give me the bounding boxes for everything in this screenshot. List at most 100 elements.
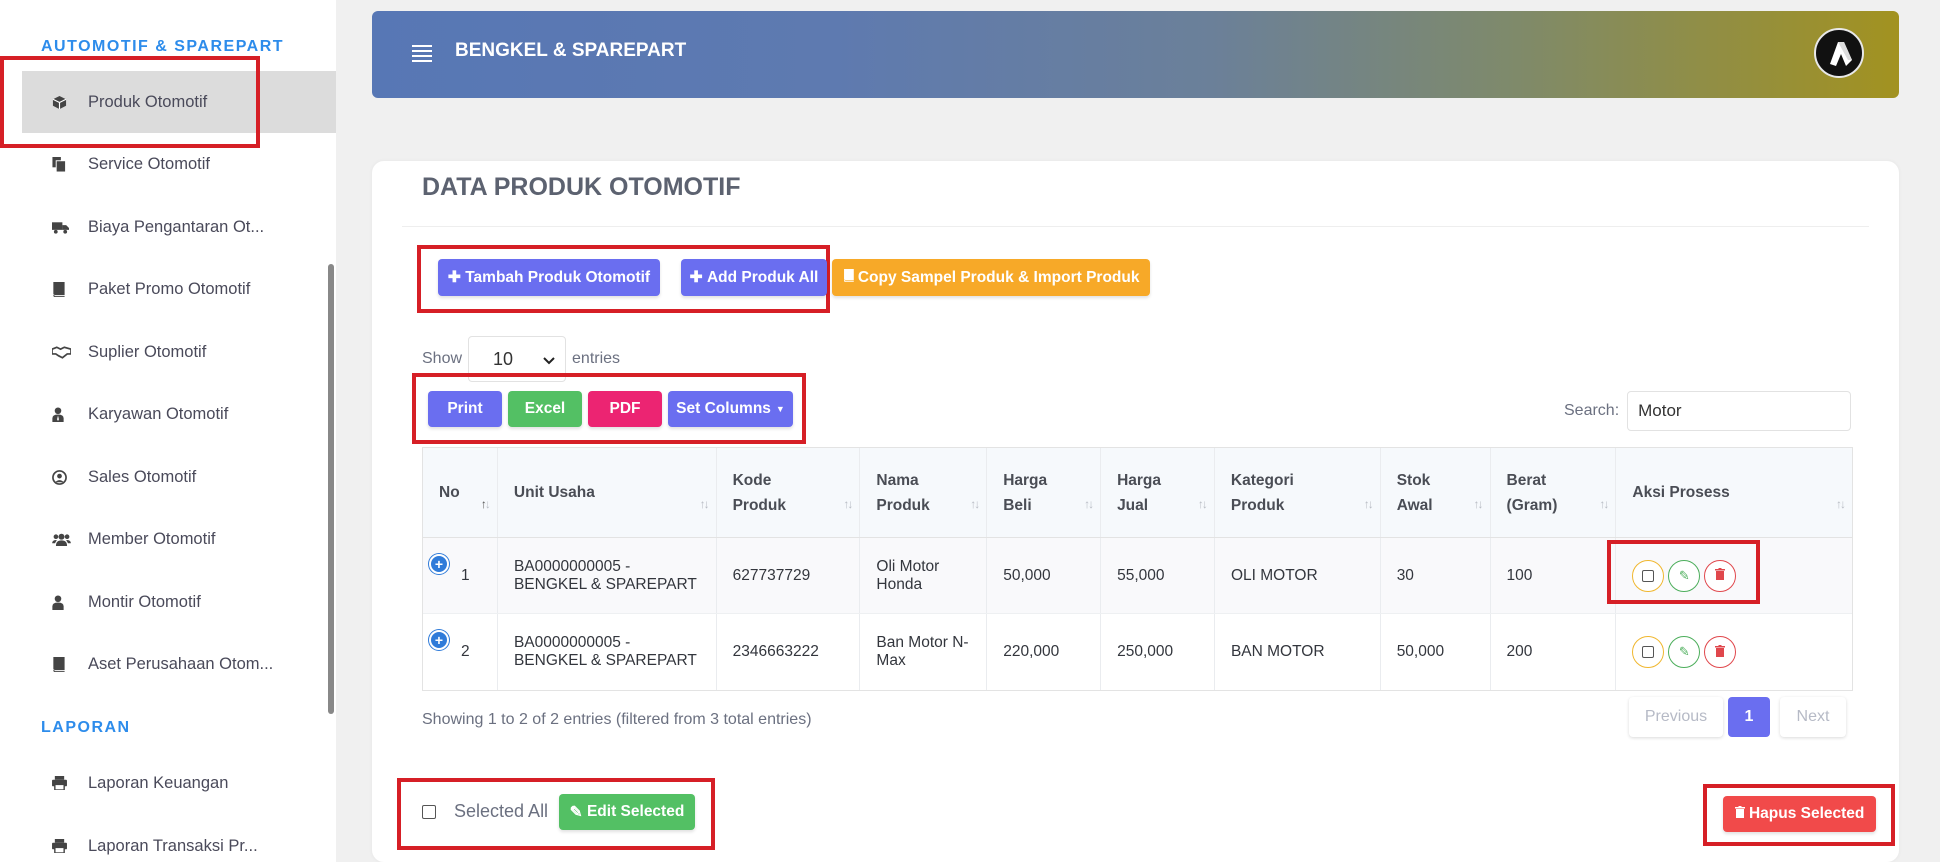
sidebar-item-paket-promo[interactable]: Paket Promo Otomotif <box>22 258 336 320</box>
cell-value: BENGKEL & SPAREPART <box>513 652 697 669</box>
add-produk-all-button[interactable]: ✚ Add Produk All <box>681 259 827 296</box>
cell-nama-produk: Ban Motor N- Max <box>860 614 988 690</box>
header-kode-produk[interactable]: Kode Produk ↑↓ <box>717 448 861 537</box>
hapus-selected-button[interactable]: Hapus Selected <box>1723 796 1876 832</box>
sidebar-item-member[interactable]: Member Otomotif <box>22 508 336 570</box>
header-kategori-produk[interactable]: Kategori Produk ↑↓ <box>1215 448 1381 537</box>
sort-icon: ↑↓ <box>1599 497 1609 511</box>
cell-value: BA0000000005 - <box>513 634 631 651</box>
handshake-icon <box>52 345 88 359</box>
cell-kode-produk: 2346663222 <box>717 614 861 690</box>
header-label: Produk <box>732 496 786 514</box>
copy-sampel-import-button[interactable]: Copy Sampel Produk & Import Produk <box>832 259 1150 296</box>
sidebar-item-label: Service Otomotif <box>88 154 210 173</box>
button-label: Edit Selected <box>586 803 685 820</box>
sidebar-item-label: Paket Promo Otomotif <box>88 279 251 298</box>
highlight-box <box>0 56 260 148</box>
user-avatar[interactable] <box>1814 28 1864 78</box>
pagination-page-1[interactable]: 1 <box>1728 697 1770 737</box>
header-label: Awal <box>1396 496 1433 514</box>
header-label: Kode <box>732 471 772 489</box>
book-icon <box>843 268 854 287</box>
sidebar-item-laporan-transaksi[interactable]: Laporan Transaksi Pr... <box>22 815 336 862</box>
sidebar-item-suplier[interactable]: Suplier Otomotif <box>22 321 336 383</box>
cell-value: BA0000000005 - <box>513 557 631 575</box>
row-select-checkbox[interactable] <box>1632 636 1665 668</box>
header-harga-jual[interactable]: Harga Jual ↑↓ <box>1101 448 1215 537</box>
print-icon <box>52 839 88 853</box>
edit-selected-button[interactable]: ✎ Edit Selected <box>559 794 695 830</box>
sidebar-item-label: Laporan Transaksi Pr... <box>88 836 258 855</box>
truck-icon <box>52 221 88 234</box>
page-title: DATA PRODUK OTOMOTIF <box>422 173 741 201</box>
header-label: Harga <box>1003 471 1048 489</box>
header-harga-beli[interactable]: Harga Beli ↑↓ <box>987 448 1102 537</box>
book-icon <box>52 281 88 297</box>
plus-icon: ✚ <box>689 269 707 286</box>
header-label: Harga <box>1117 471 1161 489</box>
edit-icon: ✎ <box>1678 644 1690 659</box>
edit-row-button[interactable]: ✎ <box>1668 636 1701 668</box>
sidebar-item-label: Member Otomotif <box>88 529 216 548</box>
expand-row-icon[interactable]: + <box>429 630 449 650</box>
sort-icon: ↑↓ <box>1473 497 1484 511</box>
search-input[interactable] <box>1627 391 1852 431</box>
user-tie-icon <box>52 406 88 422</box>
select-all-checkbox[interactable] <box>422 804 436 819</box>
sort-icon: ↑↓ <box>843 497 853 511</box>
sort-icon: ↑↓ <box>1836 497 1846 511</box>
sidebar-item-montir[interactable]: Montir Otomotif <box>22 571 336 633</box>
header-label: Stok <box>1396 471 1431 489</box>
cell-harga-jual: 55,000 <box>1101 538 1215 613</box>
header-aksi-prosess[interactable]: Aksi Prosess ↑↓ <box>1616 448 1852 537</box>
hamburger-menu-icon[interactable] <box>412 45 432 62</box>
header-label: Jual <box>1117 496 1149 514</box>
pagination-previous[interactable]: Previous <box>1629 697 1723 737</box>
sidebar-scrollbar[interactable] <box>328 264 334 714</box>
trash-icon <box>1734 805 1745 823</box>
cell-aksi: ✎ <box>1616 614 1852 690</box>
print-button[interactable]: Print <box>428 391 502 427</box>
delete-row-button[interactable] <box>1704 636 1737 668</box>
header-berat[interactable]: Berat (Gram) ↑↓ <box>1491 448 1617 537</box>
tambah-produk-button[interactable]: ✚ Tambah Produk Otomotif <box>438 259 660 296</box>
header-no[interactable]: No ↑↓ <box>423 448 498 537</box>
sidebar-item-label: Sales Otomotif <box>88 467 197 486</box>
excel-button[interactable]: Excel <box>508 391 582 427</box>
cell-kategori: OLI MOTOR <box>1215 538 1381 613</box>
copy-icon <box>52 156 88 172</box>
set-columns-button[interactable]: Set Columns ▼ <box>668 391 793 427</box>
button-label: Add Produk All <box>706 268 819 286</box>
table-info: Showing 1 to 2 of 2 entries (filtered fr… <box>422 711 812 728</box>
sidebar-item-biaya-pengantaran[interactable]: Biaya Pengantaran Ot... <box>22 196 336 258</box>
header-nama-produk[interactable]: Nama Produk ↑↓ <box>860 448 988 537</box>
header-label: (Gram) <box>1506 496 1558 514</box>
cell-stok: 50,000 <box>1381 614 1491 690</box>
sidebar-item-karyawan[interactable]: Karyawan Otomotif <box>22 383 336 445</box>
sidebar-item-laporan-keuangan[interactable]: Laporan Keuangan <box>22 752 336 814</box>
cell-harga-beli: 220,000 <box>987 614 1102 690</box>
cell-no: + 1 <box>423 538 498 613</box>
sidebar-item-aset[interactable]: Aset Perusahaan Otom... <box>22 633 336 695</box>
cell-value: Oli Motor <box>876 557 940 575</box>
content-card: DATA PRODUK OTOMOTIF ✚ Tambah Produk Oto… <box>372 161 1899 862</box>
edit-icon: ✎ <box>569 803 587 821</box>
caret-down-icon: ▼ <box>775 404 785 414</box>
select-all[interactable]: Selected All <box>422 801 548 822</box>
sidebar-item-sales[interactable]: Sales Otomotif <box>22 446 336 508</box>
table-header-row: No ↑↓ Unit Usaha ↑↓ Kode Produk ↑↓ Nama Produ… <box>423 448 1852 538</box>
header-stok-awal[interactable]: Stok Awal ↑↓ <box>1381 448 1491 537</box>
highlight-box <box>1607 540 1760 604</box>
pdf-button[interactable]: PDF <box>588 391 662 427</box>
sort-icon: ↑↓ <box>1084 497 1094 511</box>
expand-row-icon[interactable]: + <box>429 554 449 574</box>
cell-value: 2 <box>461 643 470 660</box>
entries-label: entries <box>572 350 621 367</box>
header-unit-usaha[interactable]: Unit Usaha ↑↓ <box>498 448 717 537</box>
sort-icon: ↑↓ <box>970 497 980 511</box>
header-label: Kategori <box>1230 471 1294 489</box>
cell-value: Honda <box>876 575 923 593</box>
pagination-next[interactable]: Next <box>1780 697 1846 737</box>
cell-unit-usaha: BA0000000005 - BENGKEL & SPAREPART <box>498 538 717 613</box>
header-label: Unit Usaha <box>513 484 595 501</box>
